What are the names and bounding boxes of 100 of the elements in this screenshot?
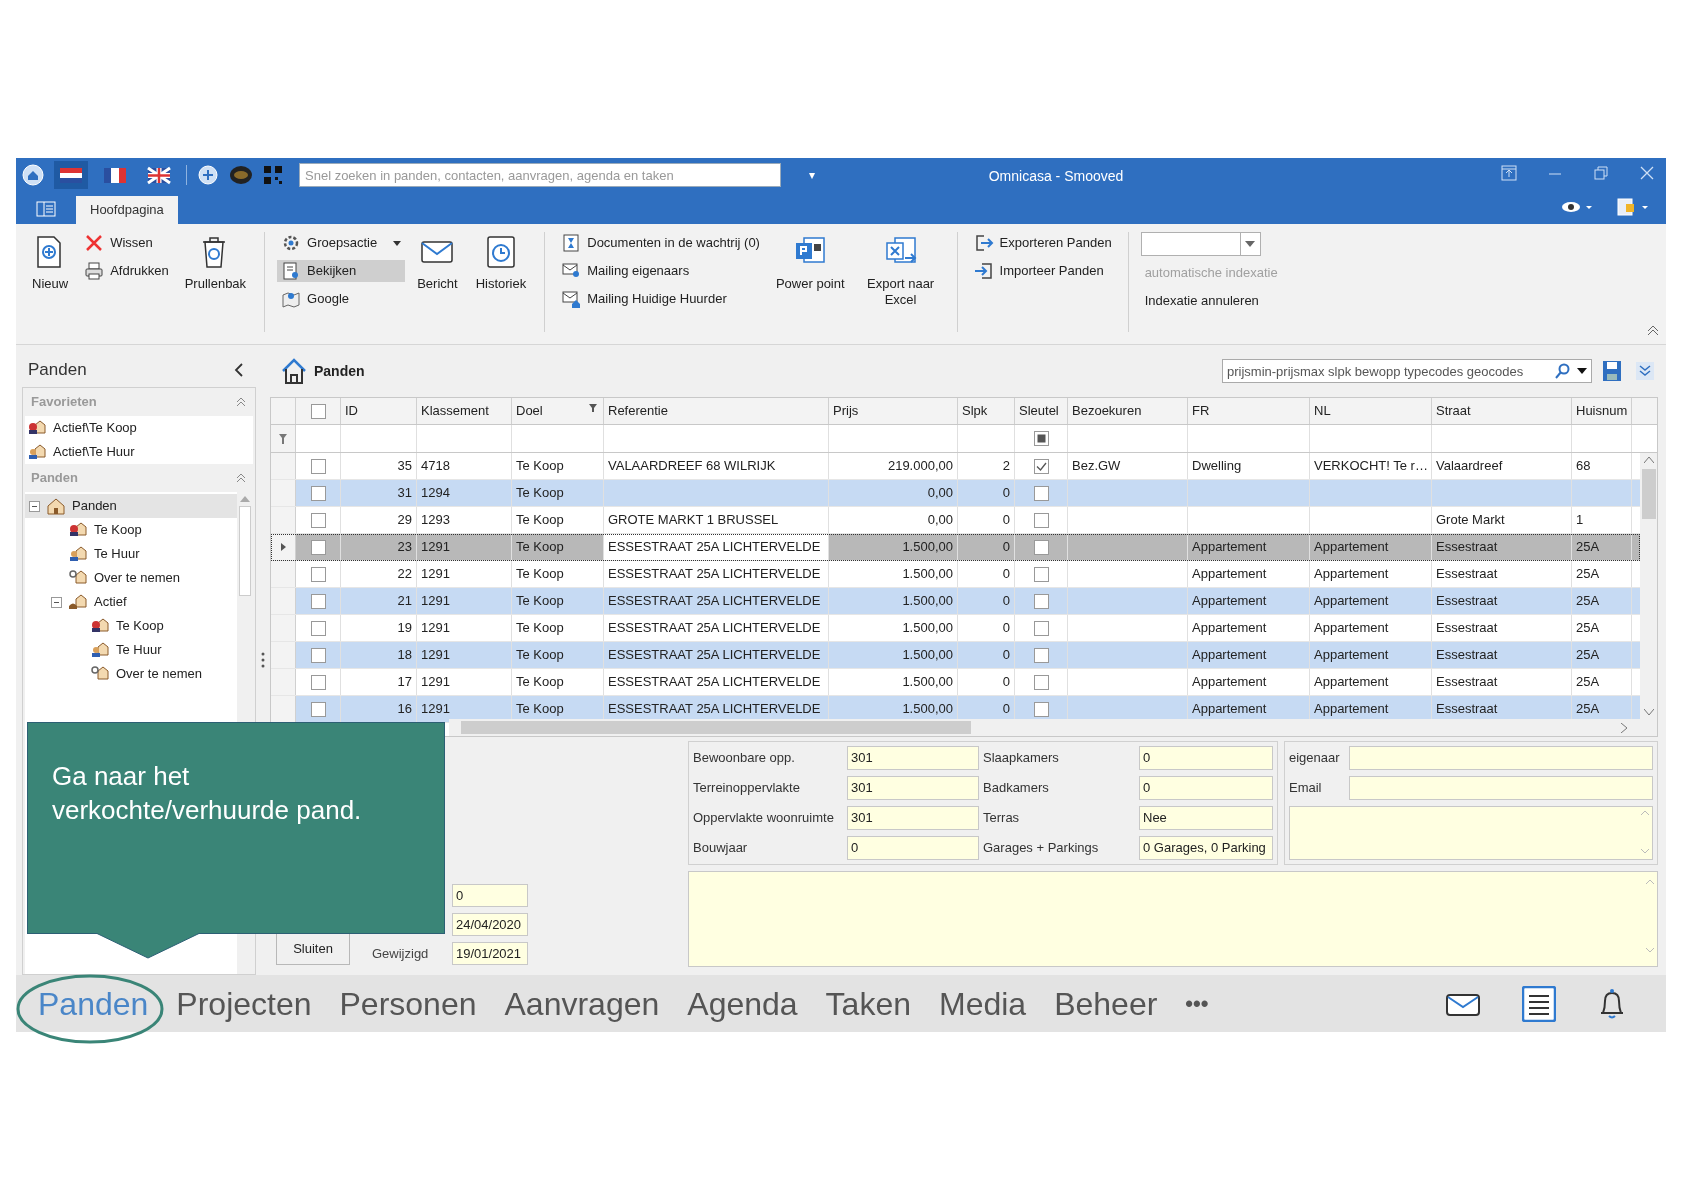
column-header[interactable]: ID	[341, 398, 417, 424]
column-header[interactable]: Huisnum	[1572, 398, 1632, 424]
key-checkbox[interactable]	[1033, 458, 1049, 474]
key-checkbox[interactable]	[1033, 620, 1049, 636]
input-field[interactable]: 0	[452, 884, 528, 907]
row-checkbox[interactable]	[310, 485, 326, 501]
filter-field[interactable]: prijsmin-prijsmax slpk bewopp typecodes geocodes	[1222, 359, 1592, 383]
text-area[interactable]	[1289, 806, 1653, 860]
table-row[interactable]: 21 1291 Te Koop ESSESTRAAT 25A LICHTERVELDE 1.500,00 0 Appartement Appartement Essestraat 25A	[271, 588, 1640, 615]
key-checkbox[interactable]	[1033, 647, 1049, 663]
column-header[interactable]: Klassement	[417, 398, 512, 424]
scrollbar[interactable]	[1640, 453, 1657, 719]
text-area[interactable]	[688, 871, 1658, 967]
ribbon-button[interactable]: Export naar Excel	[856, 232, 945, 308]
column-header[interactable]: Straat	[1432, 398, 1572, 424]
nav-tab[interactable]: Projecten	[176, 983, 312, 1024]
column-header[interactable]: Sleutel	[1015, 398, 1068, 424]
scrollbar-thumb[interactable]	[1641, 469, 1656, 519]
ribbon-button[interactable]: Google	[277, 288, 406, 310]
input-field[interactable]: 0	[1139, 776, 1273, 800]
key-checkbox[interactable]	[1033, 566, 1049, 582]
tree-item[interactable]: Panden	[25, 494, 237, 518]
row-checkbox[interactable]	[310, 566, 326, 582]
input-field[interactable]: 0	[1139, 746, 1273, 770]
ribbon-button[interactable]: Mailing Huidige Huurder	[557, 288, 764, 310]
tree-item[interactable]: Te Koop	[25, 614, 237, 638]
pin-window-icon[interactable]	[1500, 164, 1518, 182]
favorite-item[interactable]: Actief\Te Huur	[25, 440, 253, 464]
nav-tab[interactable]: Beheer	[1054, 983, 1158, 1024]
ribbon-button[interactable]: Documenten in de wachtrij (0)	[557, 232, 764, 254]
input-field[interactable]: 0 Garages, 0 Parking	[1139, 836, 1273, 860]
ribbon-button[interactable]: Importeer Panden	[969, 260, 1116, 282]
ribbon-button[interactable]: Bekijken	[277, 260, 406, 282]
input-field[interactable]: 0	[847, 836, 979, 860]
column-header[interactable]: FR	[1188, 398, 1310, 424]
column-header[interactable]: Slpk	[958, 398, 1015, 424]
collapse-section-icon[interactable]	[235, 396, 247, 408]
ribbon-button[interactable]: Groepsactie	[277, 232, 406, 254]
qr-code-icon[interactable]	[263, 165, 283, 185]
expand-filter-icon[interactable]	[1636, 362, 1654, 380]
tree-item[interactable]: Te Huur	[25, 542, 237, 566]
scrollbar-thumb[interactable]	[461, 721, 971, 734]
ribbon-button[interactable]: Wissen	[80, 232, 173, 254]
table-row[interactable]: 19 1291 Te Koop ESSESTRAAT 25A LICHTERVELDE 1.500,00 0 Appartement Appartement Essestraat 25A	[271, 615, 1640, 642]
row-checkbox[interactable]	[310, 512, 326, 528]
row-checkbox[interactable]	[310, 647, 326, 663]
nav-tab[interactable]: Media	[939, 983, 1027, 1024]
table-row[interactable]: 35 4718 Te Koop VALAARDREEF 68 WILRIJK 219.000,00 2 Bez.GW Dwelling VERKOCHT! Te r… Valaardreef 68	[271, 453, 1640, 480]
input-field[interactable]	[1349, 746, 1653, 770]
input-field[interactable]: 24/04/2020	[452, 913, 528, 936]
row-checkbox[interactable]	[310, 701, 326, 717]
round-logo-icon[interactable]	[229, 164, 253, 186]
column-header[interactable]: NL	[1310, 398, 1432, 424]
language-button[interactable]	[54, 161, 88, 189]
add-icon[interactable]	[197, 164, 219, 186]
tree-expander-icon[interactable]	[51, 596, 62, 608]
column-header[interactable]: Referentie	[604, 398, 829, 424]
tree-expander-icon[interactable]	[29, 500, 40, 512]
table-row[interactable]: 29 1293 Te Koop GROTE MARKT 1 BRUSSEL 0,00 0 Grote Markt 1	[271, 507, 1640, 534]
more-button[interactable]: •••	[1185, 987, 1209, 1020]
row-header[interactable]	[271, 534, 296, 560]
ribbon-button[interactable]: Nieuw	[26, 232, 75, 292]
row-checkbox[interactable]	[310, 620, 326, 636]
input-field[interactable]: Nee	[1139, 806, 1273, 830]
sidebar-toggle-icon[interactable]	[36, 200, 56, 218]
row-checkbox[interactable]	[310, 674, 326, 690]
save-icon[interactable]	[1602, 360, 1622, 382]
table-row[interactable]: 18 1291 Te Koop ESSESTRAAT 25A LICHTERVELDE 1.500,00 0 Appartement Appartement Essestraat 25A	[271, 642, 1640, 669]
table-row[interactable]: 22 1291 Te Koop ESSESTRAAT 25A LICHTERVELDE 1.500,00 0 Appartement Appartement Essestraat 25A	[271, 561, 1640, 588]
table-row[interactable]: 31 1294 Te Koop 0,00 0	[271, 480, 1640, 507]
key-checkbox[interactable]	[1033, 701, 1049, 717]
row-checkbox[interactable]	[310, 458, 326, 474]
bell-icon[interactable]	[1598, 987, 1626, 1020]
splitter-handle-icon[interactable]	[261, 652, 265, 668]
ribbon-button[interactable]: Mailing eigenaars	[557, 260, 764, 282]
tree-item[interactable]: Over te nemen	[25, 566, 237, 590]
close-button[interactable]: Sluiten	[276, 933, 350, 965]
search-field[interactable]: Snel zoeken in panden, contacten, aanvragen, agenda en taken	[299, 163, 781, 187]
tree-item[interactable]: Te Huur	[25, 638, 237, 662]
row-checkbox[interactable]	[310, 593, 326, 609]
dropdown-arrow[interactable]: ▾	[809, 166, 815, 184]
restore-icon[interactable]	[1592, 164, 1610, 182]
nav-tab[interactable]: Aanvragen	[504, 983, 660, 1024]
app-logo-icon[interactable]	[22, 164, 44, 186]
column-header[interactable]: Bezoekuren	[1068, 398, 1188, 424]
ribbon-button[interactable]: Power point	[769, 232, 851, 292]
collapse-panel-icon[interactable]	[234, 363, 244, 377]
input-field[interactable]	[1349, 776, 1653, 800]
nav-tab[interactable]: Agenda	[687, 983, 798, 1024]
ribbon-button[interactable]: Historiek	[469, 232, 533, 292]
tree-item[interactable]: Te Koop	[25, 518, 237, 542]
ribbon-button[interactable]: Afdrukken	[80, 260, 173, 282]
nav-tab[interactable]: Personen	[339, 983, 477, 1024]
table-row[interactable]: 17 1291 Te Koop ESSESTRAAT 25A LICHTERVELDE 1.500,00 0 Appartement Appartement Essestraat 25A	[271, 669, 1640, 696]
list-icon[interactable]	[1522, 985, 1556, 1022]
collapse-ribbon-icon[interactable]	[1646, 324, 1660, 336]
input-field[interactable]: 301	[847, 746, 979, 770]
row-checkbox[interactable]	[310, 539, 326, 555]
favorite-item[interactable]: Actief\Te Koop	[25, 416, 253, 440]
ribbon-button[interactable]: Exporteren Panden	[969, 232, 1116, 254]
